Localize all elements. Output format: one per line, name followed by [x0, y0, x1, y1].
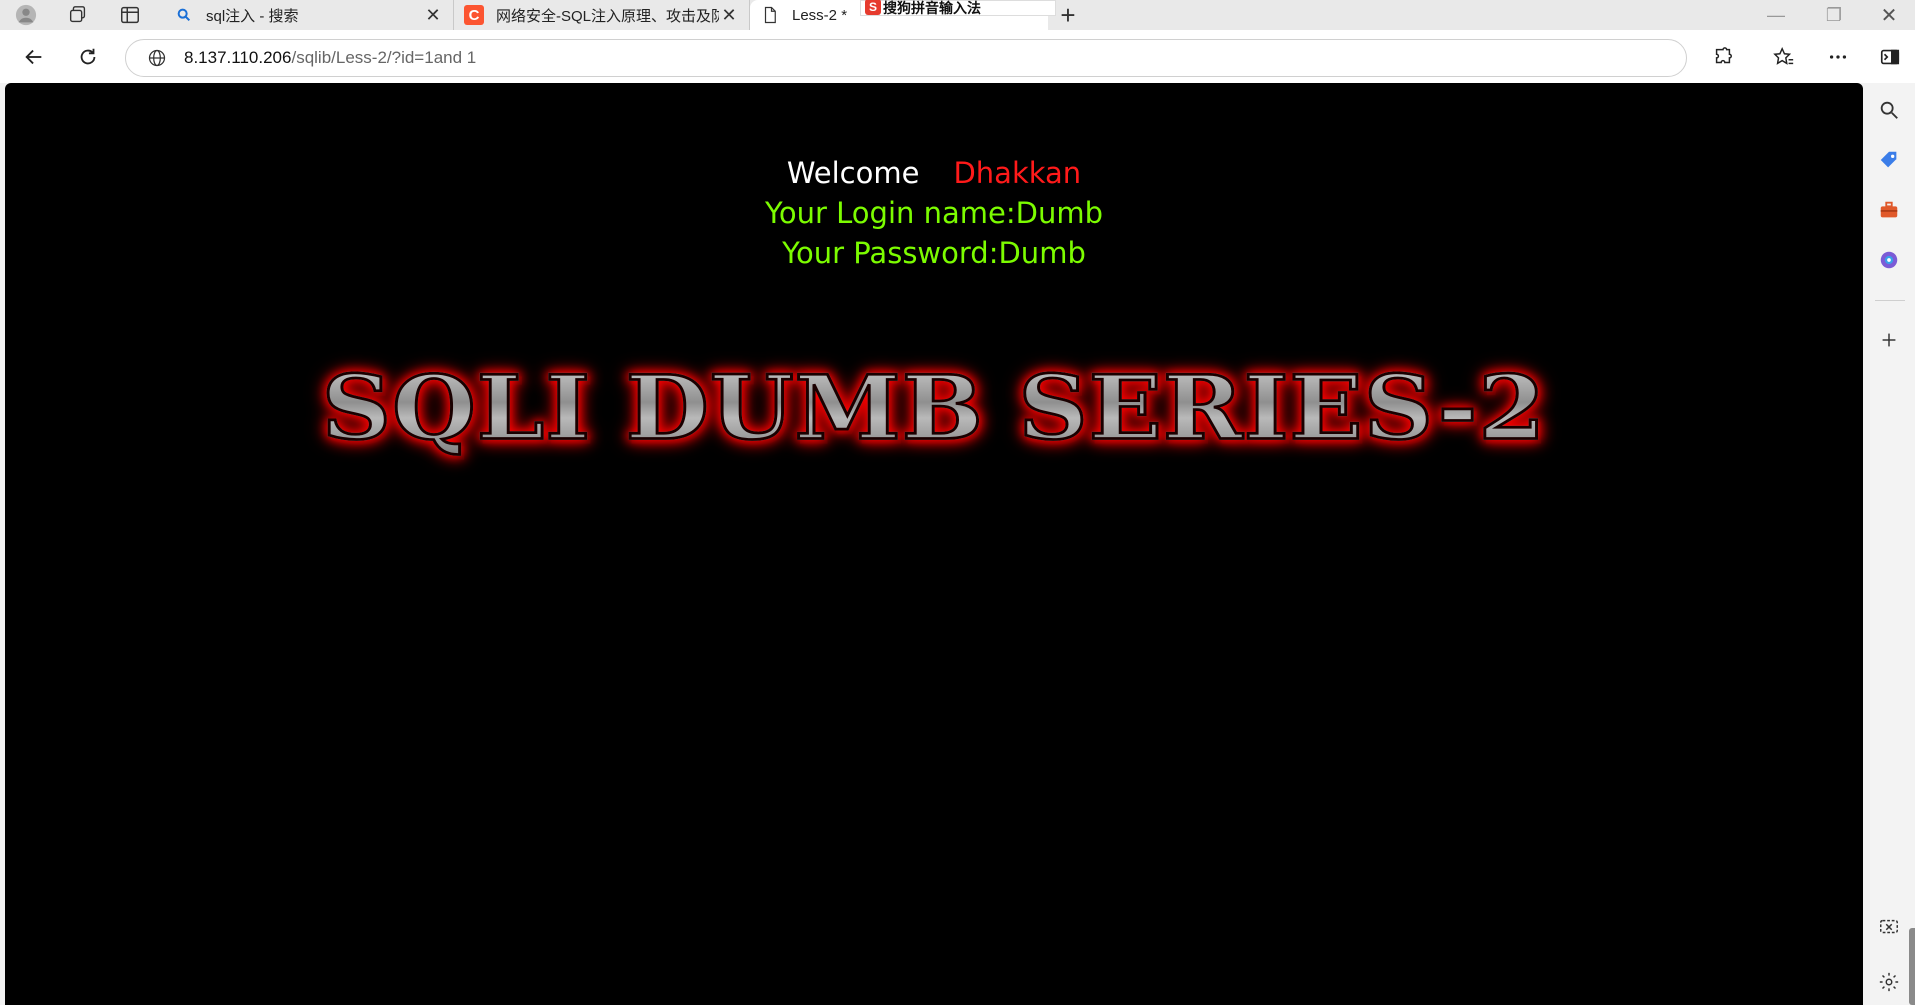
ime-indicator: S 搜狗拼音输入法 [860, 0, 1056, 16]
tab-title: sql注入 - 搜索 [206, 7, 299, 25]
profile-button[interactable] [0, 0, 52, 30]
more-menu-button[interactable] [1822, 41, 1854, 73]
search-favicon-icon [174, 5, 194, 25]
collections-button[interactable] [52, 0, 104, 30]
refresh-icon [80, 48, 96, 65]
user-name: Dhakkan [953, 156, 1082, 190]
tab-title: 网络安全-SQL注入原理、攻击及防 [496, 7, 719, 25]
url-text: 8.137.110.206/sqlib/Less-2/?id=1and 1 [184, 48, 476, 68]
minimize-button[interactable]: — [1747, 0, 1805, 30]
tab-actions-icon [121, 6, 139, 24]
banner-container: SQLI DUMB SERIES-2 [5, 351, 1863, 464]
close-window-button[interactable]: ✕ [1860, 0, 1915, 30]
url-host: 8.137.110.206 [184, 48, 292, 67]
sidebar-tools-button[interactable] [1873, 194, 1905, 226]
plus-icon: + [1060, 0, 1076, 30]
sidebar-settings-button[interactable] [1873, 966, 1905, 998]
settings-icon [1879, 972, 1899, 992]
page-icon [760, 5, 780, 25]
sogou-icon: S [865, 0, 881, 15]
tag-icon [1880, 151, 1897, 168]
sidebar-separator [1875, 300, 1905, 301]
favorites-button[interactable] [1768, 41, 1800, 73]
refresh-button[interactable] [72, 41, 104, 73]
greeting-block: Welcome Dhakkan Your Login name:Dumb Your… [5, 153, 1863, 273]
profile-icon [15, 4, 37, 26]
login-name-text: Your Login name:Dumb [765, 196, 1103, 230]
address-bar[interactable]: 8.137.110.206/sqlib/Less-2/?id=1and 1 [125, 39, 1687, 77]
minimize-icon: — [1767, 4, 1785, 25]
collections-icon [69, 6, 86, 23]
globe-icon [146, 47, 168, 69]
csdn-favicon-icon: C [464, 5, 484, 25]
toolbox-icon [1880, 201, 1898, 218]
close-icon[interactable]: ✕ [719, 5, 739, 25]
restore-icon: ❐ [1825, 4, 1843, 25]
sidebar-scroll-handle[interactable] [1909, 928, 1915, 1005]
more-dots-icon [1829, 55, 1847, 59]
vertical-tabs-button[interactable] [104, 0, 156, 30]
puzzle-icon [1715, 47, 1732, 64]
sidebar-toggle-icon [1880, 49, 1900, 65]
extensions-button[interactable] [1707, 41, 1739, 73]
add-icon [1882, 333, 1896, 347]
browser-toolbar: 8.137.110.206/sqlib/Less-2/?id=1and 1 [0, 30, 1915, 83]
series-banner: SQLI DUMB SERIES-2 [320, 354, 1547, 461]
password-text: Your Password:Dumb [782, 236, 1086, 270]
search-icon [1880, 101, 1898, 119]
sidebar-add-button[interactable] [1873, 324, 1905, 356]
welcome-text: Welcome [786, 156, 920, 190]
back-arrow-icon [25, 49, 42, 65]
tab-search[interactable]: sql注入 - 搜索 ✕ [164, 0, 454, 30]
favorites-star-icon [1773, 46, 1794, 65]
ime-label: 搜狗拼音输入法 [883, 0, 981, 16]
url-path: /sqlib/Less-2/?id=1and 1 [291, 48, 477, 67]
welcome-line: Welcome Dhakkan [5, 153, 1863, 193]
edge-sidebar [1863, 83, 1915, 1005]
office-icon [1880, 251, 1898, 269]
sidebar-shopping-button[interactable] [1873, 144, 1905, 176]
sidebar-toggle-button[interactable] [1874, 41, 1906, 73]
tab-csdn[interactable]: C 网络安全-SQL注入原理、攻击及防 ✕ [454, 0, 750, 30]
sidebar-office-button[interactable] [1873, 244, 1905, 276]
screenshot-icon [1880, 919, 1898, 934]
tab-strip: sql注入 - 搜索 ✕ C 网络安全-SQL注入原理、攻击及防 ✕ Less-… [0, 0, 1915, 30]
back-button[interactable] [18, 41, 50, 73]
page-viewport: Welcome Dhakkan Your Login name:Dumb Your… [5, 83, 1863, 1005]
sidebar-search-button[interactable] [1873, 94, 1905, 126]
sidebar-screenshot-button[interactable] [1873, 911, 1905, 943]
restore-button[interactable]: ❐ [1805, 0, 1863, 30]
close-icon: ✕ [1880, 4, 1898, 27]
close-icon[interactable]: ✕ [423, 5, 443, 25]
